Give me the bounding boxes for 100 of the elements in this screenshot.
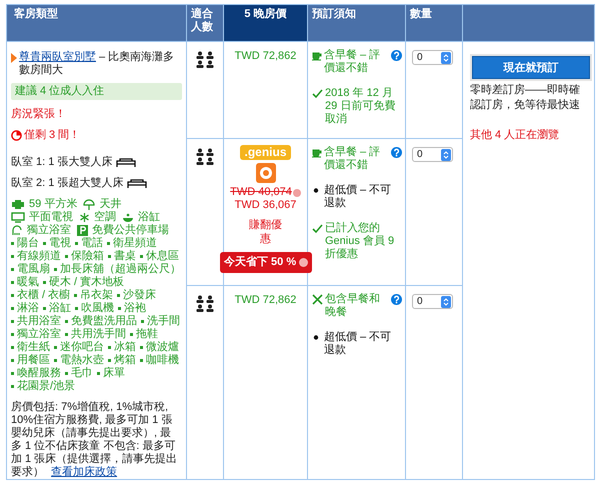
amenity-text: 吹風機 [81,302,114,314]
amenity-text: 保險箱 [71,250,104,262]
bullet-icon [11,346,14,349]
quantity-select[interactable]: 0 [412,50,453,65]
bullet-icon [118,307,121,310]
amenity-text: 冰箱 [114,341,136,354]
bullet-icon [108,255,111,258]
stepper-icon [441,148,451,160]
amenity-text: 淋浴 [17,302,39,315]
coffee-cup-icon [312,50,322,61]
amenity-text: 吊衣架 [80,289,114,302]
bullet-icon [108,359,111,362]
column-header: 預訂須知 [308,4,406,42]
policy-text: 含早餐 – 評價還不錯 [324,49,382,75]
bullet-icon [11,333,14,336]
bullet-icon [65,255,68,258]
facility-text: 浴缸 [138,211,160,224]
amenity-text: 陽台 [17,237,39,250]
bed-text: 臥室 1: 1 張大雙人床 [11,156,112,169]
bullet-icon [43,242,46,245]
bullet-icon [54,346,57,349]
checkmark-icon [312,223,323,234]
bed-text: 臥室 2: 1 張超大雙人床 [11,177,124,190]
policy-link[interactable]: 查看加床政策 [51,466,118,478]
fork-knife-icon [312,294,323,305]
bullet-icon [140,346,143,349]
genius-logo-icon [256,163,276,183]
bullet-icon [65,320,68,323]
room-title: 尊貴兩臥室別墅 – 比奧南海灘多數房間大 [19,51,176,77]
price-note: 房價包括: 7%增值稅, 1%城市稅, 10%住宿方服務費, 最多可加 1 張嬰幼兒床（請事先提出要求）, 最多 1 位不佔床孩童 不包含: 最多可加 1 張床（提供選擇，請事先提出要求） 查看加床政策 [11,401,178,479]
book-now-button[interactable]: 現在就預訂 [472,56,590,79]
policy-text: 超低價 – 不可退款 [324,331,392,357]
bullet-icon [130,333,133,336]
amenity-text: 咖啡機 [146,354,179,367]
amenity-text: 迷你吧台 [60,341,104,354]
amenity-text: 床單 [103,367,125,380]
tv-icon [11,212,25,223]
amenity-text: 硬木 / 實木地板 [49,276,124,288]
facility-text: 59 平方米 [29,198,78,211]
bed-icon [116,158,136,168]
saving-text: 今天省下 50 % [224,256,296,269]
room-link[interactable]: 尊貴兩臥室別墅 [19,51,96,63]
amenity-text: 有線頻道 [17,250,61,262]
bullet-icon [11,359,14,362]
bullet-icon [108,346,111,349]
policy-text: 包含早餐和晚餐 [325,293,381,319]
viewers-text: 其他 4 人正在瀏覽 [470,128,560,143]
amenity-text: 休息區 [146,250,179,263]
deal-label: 賺翻優惠 [248,218,283,246]
amenity-text: 花園景/池景 [17,380,76,393]
amenity-text: 毛巾 [71,367,93,380]
policy-text: 已計入您的 Genius 會員 9 折優惠 [325,222,396,261]
amenity-text: 微波爐 [146,341,179,354]
amenity-text: 衛生紙 [17,341,50,354]
column-header: 5 晚房價 [224,4,308,42]
bullet-icon [11,255,14,258]
bullet-icon [11,294,14,297]
policy-text: 2018 年 12 月 29 日前可免費取消 [325,87,396,126]
policy-text: 含早餐 – 評價還不錯 [324,146,382,172]
amenity-text: 浴袍 [124,302,146,315]
amenity-text: 拖鞋 [136,328,158,341]
amenity-text: 烤箱 [114,354,136,366]
scarcity-text: 房況緊張！ [11,108,67,121]
column-header: 客房類型 [6,4,186,42]
remaining-text: 僅剩 3 間！ [24,129,80,142]
facility-text: 空調 [94,211,116,224]
amenity-text: 電話 [81,237,103,250]
old-price: TWD 40,074 [230,186,292,199]
amenity-text: 獨立浴室 [17,328,61,341]
column-header: 數量 [406,4,462,42]
checkmark-icon [312,88,323,99]
facility-text: 平面電視 [29,211,73,224]
bullet-icon [11,268,14,271]
amenity-text: 喚醒服務 [17,367,61,380]
bullet-icon [97,372,100,375]
genius-badge: .genius [240,145,290,160]
amenity-text: 電風扇 [17,263,50,276]
bullet-icon [11,385,14,388]
bullet-icon [75,307,78,310]
bullet-icon [117,294,120,297]
bullet-icon [11,372,14,375]
amenity-text: 書桌 [114,250,136,263]
amenity-text: 沙發床 [123,289,156,302]
bullet-icon [11,307,14,310]
parking-icon [77,225,88,236]
policy-text: 超低價 – 不可退款 [324,184,392,210]
amenity-text: 加長床舖（超過兩公尺） [60,263,181,276]
quantity-select[interactable]: 0 [412,147,453,162]
occupancy-badge: 建議 4 位成人入住 [11,83,182,100]
bathtub-icon [122,212,134,223]
amenity-text: 衣櫃 / 衣櫥 [17,289,70,302]
bullet-icon [107,242,110,245]
amenity-text: 洗手間 [147,315,180,328]
amenity-text: 衛星頻道 [113,237,157,250]
bed-icon [127,178,148,188]
facility-text: 天井 [99,198,122,210]
quantity-select[interactable]: 0 [412,294,453,309]
column-header: 適合人數 [186,4,224,42]
bullet-icon [11,320,14,323]
shower-icon [11,225,23,236]
